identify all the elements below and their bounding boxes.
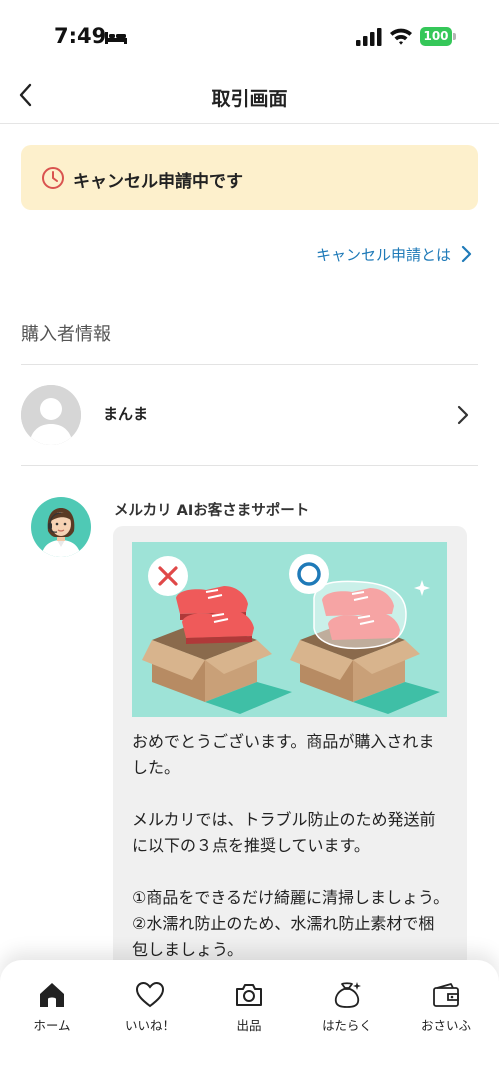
support-agent-icon (31, 497, 91, 557)
wallet-icon (433, 983, 459, 1007)
message-body: おめでとうございます。商品が購入されました。 メルカリでは、トラブル防止のため発… (132, 732, 450, 959)
nav-label-work: はたらく (322, 1018, 372, 1033)
chevron-right-icon (457, 405, 469, 425)
cancel-status-banner: キャンセル申請中です (21, 145, 478, 210)
buyer-avatar (21, 385, 81, 445)
home-icon (40, 983, 64, 1007)
battery-indicator: 100 (420, 27, 452, 46)
money-bag-icon (334, 982, 361, 1008)
status-time: 7:49 (54, 24, 107, 48)
default-user-icon (21, 385, 81, 445)
nav-label-sell: 出品 (236, 1018, 262, 1033)
buyer-section-title: 購入者情報 (21, 324, 111, 345)
wifi-icon (390, 28, 412, 45)
battery-tip (453, 33, 456, 40)
sleep-focus-icon (105, 32, 127, 44)
packing-tips-illustration (132, 542, 447, 717)
heart-icon (135, 981, 165, 1008)
cancel-info-link-label: キャンセル申請とは (315, 245, 451, 264)
clock-icon (42, 167, 64, 189)
nav-label-wallet: おさいふ (420, 1018, 471, 1033)
support-agent-avatar (31, 497, 91, 557)
nav-item-likes[interactable]: いいね！ (105, 980, 195, 1036)
support-sender-name: メルカリ AIお客さまサポート (114, 503, 310, 519)
nav-label-likes: いいね！ (124, 1018, 175, 1033)
nav-item-home[interactable]: ホーム (7, 980, 97, 1036)
nav-item-wallet[interactable]: おさいふ (401, 980, 491, 1036)
cancel-info-link[interactable]: キャンセル申請とは (316, 242, 473, 266)
cellular-signal-icon (356, 28, 382, 46)
buyer-name: まんま (103, 405, 149, 423)
page-title: 取引画面 (211, 88, 288, 110)
nav-label-home: ホーム (33, 1018, 71, 1033)
nav-item-sell[interactable]: 出品 (204, 980, 294, 1036)
app-header: 取引画面 (0, 70, 499, 124)
chevron-right-icon (461, 245, 472, 263)
bottom-navigation-bar: ホーム いいね！ 出品 はたらく おさいふ (0, 960, 499, 1080)
camera-icon (236, 984, 262, 1006)
status-bar: 7:49 100 (0, 0, 499, 70)
banner-text: キャンセル申請中です (73, 172, 243, 192)
divider (21, 465, 478, 466)
buyer-profile-row[interactable]: まんま (0, 365, 499, 465)
message-bubble: おめでとうございます。商品が購入されました。 メルカリでは、トラブル防止のため発… (113, 526, 467, 986)
nav-item-work[interactable]: はたらく (302, 980, 392, 1036)
